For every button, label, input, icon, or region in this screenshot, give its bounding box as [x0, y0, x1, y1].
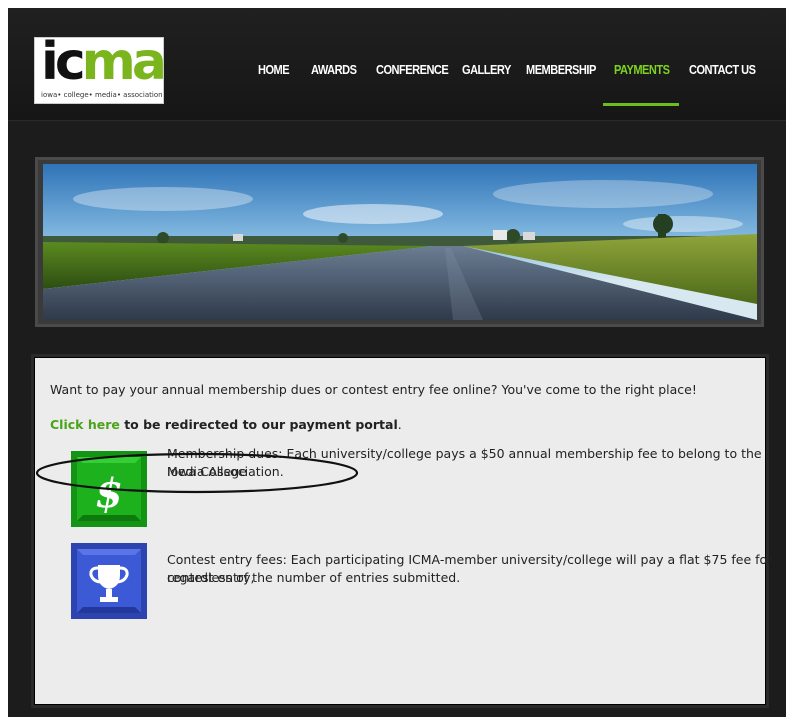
- logo-tagline: iowa• college• media• association: [41, 91, 163, 99]
- content-panel: [34, 357, 766, 705]
- nav-home[interactable]: HOME: [258, 62, 290, 77]
- annotation-ellipse: [35, 452, 359, 494]
- logo-word-part2: ma: [81, 32, 167, 92]
- logo-wordmark: icma: [41, 32, 167, 92]
- intro-text: Want to pay your annual membership dues …: [50, 382, 697, 397]
- nav-awards[interactable]: AWARDS: [311, 62, 357, 77]
- nav-conference[interactable]: CONFERENCE: [376, 62, 449, 77]
- nav-gallery[interactable]: GALLERY: [462, 62, 511, 77]
- redirect-period: .: [397, 417, 402, 432]
- nav-membership[interactable]: MEMBERSHIP: [526, 62, 596, 77]
- contest-fee-line2: regardless of the number of entries subm…: [167, 570, 461, 585]
- redirect-line: Click here to be redirected to our payme…: [50, 416, 402, 434]
- banner-image: [43, 164, 757, 320]
- nav-payments[interactable]: PAYMENTS: [614, 62, 670, 77]
- logo-word-part1: ic: [41, 32, 86, 92]
- redirect-text: to be redirected to our payment portal: [119, 417, 398, 432]
- nav-active-indicator: [603, 103, 679, 106]
- trophy-icon: [71, 543, 147, 619]
- nav-contact-us[interactable]: CONTACT US: [689, 62, 756, 77]
- payment-portal-link[interactable]: Click here: [50, 417, 120, 432]
- site-logo[interactable]: icma iowa• college• media• association: [34, 32, 167, 104]
